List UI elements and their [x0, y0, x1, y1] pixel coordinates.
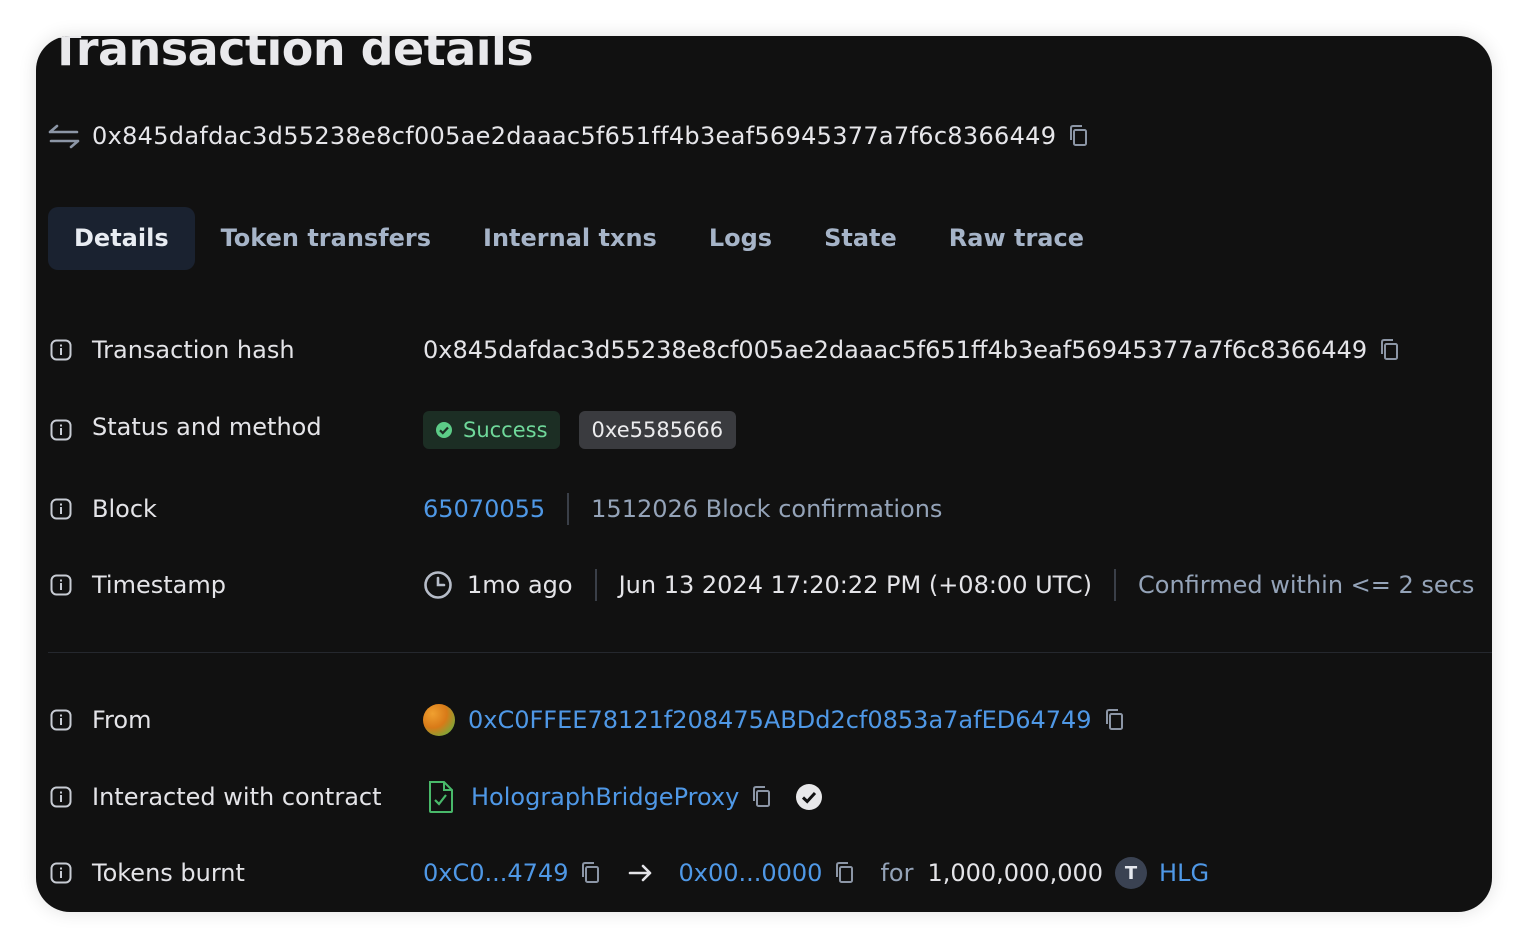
block-confirmations: 1512026 Block confirmations	[591, 495, 943, 523]
copy-icon[interactable]	[1104, 708, 1126, 732]
timestamp-relative: 1mo ago	[467, 571, 573, 599]
timestamp-absolute: Jun 13 2024 17:20:22 PM (+08:00 UTC)	[618, 571, 1093, 599]
burn-from-address-link[interactable]: 0xC0...4749	[423, 859, 568, 887]
burn-to-address-link[interactable]: 0x00...0000	[678, 859, 822, 887]
tokens-burnt-label: Tokens burnt	[92, 859, 245, 887]
transaction-hash-header: 0x845dafdac3d55238e8cf005ae2daaac5f651ff…	[48, 122, 1090, 150]
contract-name-link[interactable]: HolographBridgeProxy	[471, 783, 739, 811]
contract-label: Interacted with contract	[92, 783, 382, 811]
confirmation-time: Confirmed within <= 2 secs	[1138, 571, 1475, 599]
block-number-link[interactable]: 65070055	[423, 495, 545, 523]
row-transaction-hash: Transaction hash 0x845dafdac3d55238e8cf0…	[50, 330, 1490, 370]
separator	[567, 493, 570, 525]
tab-state[interactable]: State	[798, 207, 923, 270]
from-label: From	[92, 706, 152, 734]
separator	[594, 569, 597, 601]
copy-icon[interactable]	[1379, 338, 1401, 362]
method-badge: 0xe5585666	[578, 411, 737, 449]
tab-internal-txns[interactable]: Internal txns	[457, 207, 683, 270]
timestamp-label: Timestamp	[92, 571, 226, 599]
verified-contract-file-icon	[429, 781, 453, 813]
arrow-right-icon	[629, 864, 652, 882]
status-badge: Success	[423, 411, 560, 449]
row-contract: Interacted with contract HolographBridge…	[50, 777, 1490, 817]
token-icon: T	[1115, 857, 1148, 889]
transaction-hash-heading: 0x845dafdac3d55238e8cf005ae2daaac5f651ff…	[92, 122, 1057, 150]
row-status-method: Status and method Success 0xe5585666	[50, 410, 1490, 450]
section-divider	[48, 652, 1492, 653]
from-address-link[interactable]: 0xC0FFEE78121f208475ABDd2cf0853a7afED647…	[468, 706, 1092, 734]
info-icon[interactable]	[50, 419, 72, 441]
clock-icon	[424, 571, 452, 599]
row-from: From 0xC0FFEE78121f208475ABDd2cf0853a7af…	[50, 700, 1490, 740]
copy-icon[interactable]	[1068, 124, 1090, 148]
info-icon[interactable]	[50, 709, 72, 731]
copy-icon[interactable]	[834, 861, 856, 885]
token-symbol-link[interactable]: HLG	[1159, 859, 1209, 887]
copy-icon[interactable]	[751, 785, 773, 809]
row-tokens-burnt: Tokens burnt 0xC0...4749 0x00...0000 for…	[50, 853, 1490, 893]
tab-details[interactable]: Details	[48, 207, 195, 270]
tab-logs[interactable]: Logs	[683, 207, 798, 270]
info-icon[interactable]	[50, 862, 72, 884]
tab-token-transfers[interactable]: Token transfers	[195, 207, 457, 270]
copy-icon[interactable]	[580, 861, 602, 885]
info-icon[interactable]	[50, 339, 72, 361]
info-icon[interactable]	[50, 498, 72, 520]
transaction-hash-value: 0x845dafdac3d55238e8cf005ae2daaac5f651ff…	[423, 336, 1368, 364]
status-method-label: Status and method	[92, 413, 322, 441]
info-icon[interactable]	[50, 786, 72, 808]
status-text: Success	[463, 418, 548, 442]
check-circle-icon	[436, 422, 452, 438]
block-label: Block	[92, 495, 157, 523]
info-icon[interactable]	[50, 574, 72, 596]
verified-check-icon	[796, 784, 823, 810]
for-label: for	[880, 859, 914, 887]
tab-raw-trace[interactable]: Raw trace	[923, 207, 1110, 270]
tab-bar: Details Token transfers Internal txns Lo…	[48, 207, 1110, 270]
transaction-hash-label: Transaction hash	[92, 336, 295, 364]
separator	[1114, 569, 1117, 601]
address-avatar	[423, 704, 455, 736]
burn-amount: 1,000,000,000	[927, 859, 1104, 887]
page-title: Transaction details	[50, 36, 534, 76]
swap-arrows-icon	[48, 124, 80, 149]
row-timestamp: Timestamp 1mo ago Jun 13 2024 17:20:22 P…	[50, 565, 1490, 605]
row-block: Block 65070055 1512026 Block confirmatio…	[50, 489, 1490, 529]
transaction-details-window: Transaction details 0x845dafdac3d55238e8…	[36, 36, 1492, 912]
